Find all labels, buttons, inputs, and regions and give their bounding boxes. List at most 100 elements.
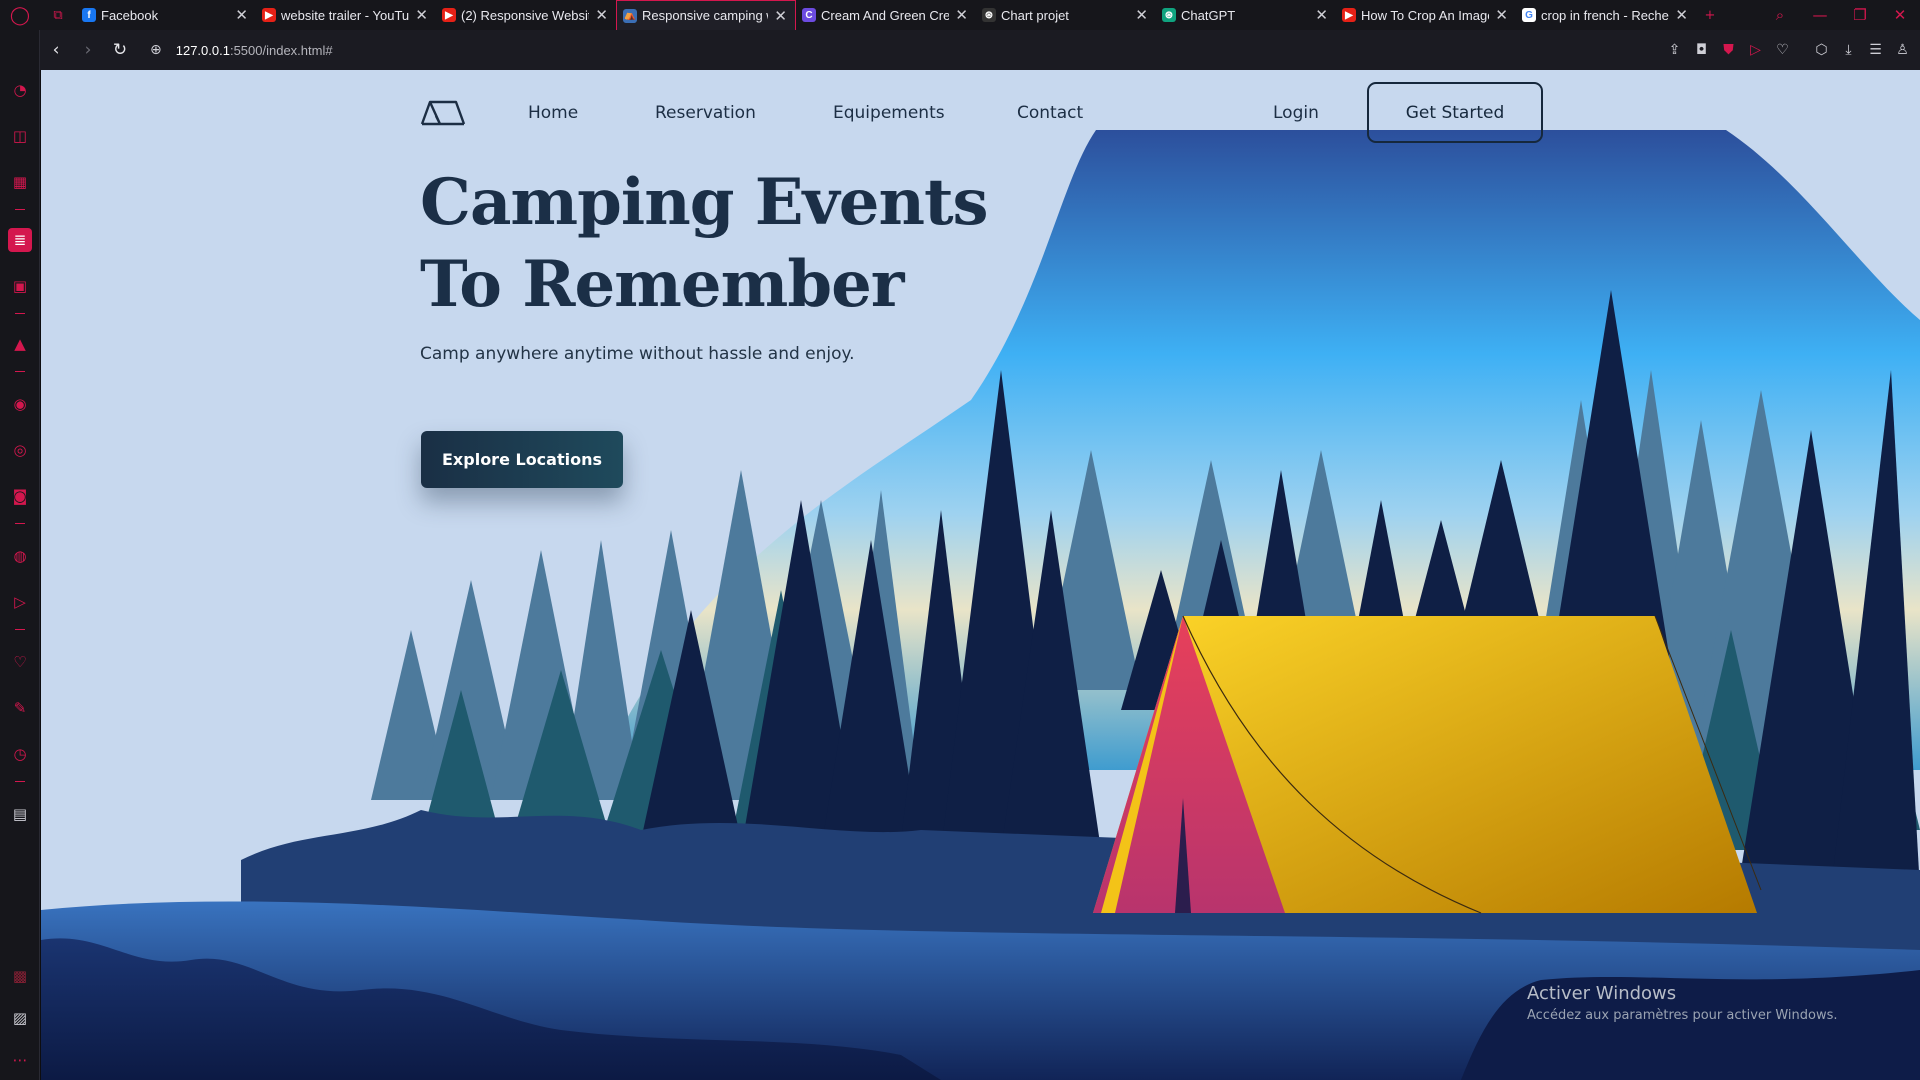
url-field[interactable]: ⊕ 127.0.0.1:5500/index.html#	[150, 42, 333, 58]
reload-button[interactable]: ↻	[104, 30, 136, 70]
hero-title: Camping Events To Remember	[420, 162, 989, 326]
messenger-icon[interactable]: ◉	[8, 392, 32, 416]
tab-label: Facebook	[101, 7, 159, 23]
personal-news-icon[interactable]: ✎	[8, 696, 32, 720]
tab-label: (2) Responsive Website	[461, 7, 590, 23]
google-icon: G	[1522, 8, 1536, 22]
tab-label: crop in french - Recherc	[1541, 7, 1670, 23]
tab-close-icon[interactable]: ✕	[1675, 6, 1688, 24]
youtube-icon: ▶	[442, 8, 456, 22]
youtube-icon: ▶	[1342, 8, 1356, 22]
tab-label: ChatGPT	[1181, 7, 1236, 23]
get-started-button[interactable]: Get Started	[1367, 82, 1543, 143]
browser-tab[interactable]: ▶ website trailer - YouTub ✕	[256, 0, 436, 30]
browser-tab[interactable]: ▶ (2) Responsive Website ✕	[436, 0, 616, 30]
tab-label: Cream And Green Creat	[821, 7, 950, 23]
hero-subtitle: Camp anywhere anytime without hassle and…	[420, 344, 855, 364]
youtube-icon: ▶	[262, 8, 276, 22]
hero-title-line2: To Remember	[420, 247, 904, 322]
nav-reservation-link[interactable]: Reservation	[655, 103, 756, 123]
browser-tab[interactable]: ▶ How To Crop An Image ✕	[1336, 0, 1516, 30]
tab-close-icon[interactable]: ✕	[595, 6, 608, 24]
easy-setup-icon[interactable]: ☰	[1862, 30, 1889, 70]
calculator-icon[interactable]: ▤	[8, 802, 32, 826]
activation-title: Activer Windows	[1527, 983, 1677, 1004]
site-info-icon[interactable]: ⊕	[150, 42, 162, 58]
share-icon[interactable]: ⇪	[1661, 30, 1688, 70]
new-tab-button[interactable]: +	[1696, 0, 1724, 30]
aria-icon[interactable]: ▲	[8, 332, 32, 356]
flow-sidebar-icon[interactable]: ▷	[8, 590, 32, 614]
toolbar: ⇪ ◘ ⛊ ▷ ♡ ⬡ ⤓ ☰ ♙	[1661, 30, 1920, 70]
tab-close-icon[interactable]: ✕	[955, 6, 968, 24]
extensions-cube-icon[interactable]: ⬡	[1808, 30, 1835, 70]
browser-tab[interactable]: f Facebook ✕	[76, 0, 256, 30]
player-icon[interactable]: ▣	[8, 274, 32, 298]
tab-close-icon[interactable]: ✕	[1135, 6, 1148, 24]
site-navbar: Home Reservation Equipements Contact Log…	[41, 82, 1920, 146]
close-window-button[interactable]: ✕	[1880, 0, 1920, 30]
nav-equipements-link[interactable]: Equipements	[833, 103, 945, 123]
profile-icon[interactable]: ♙	[1889, 30, 1916, 70]
opera-menu-icon[interactable]: ◯	[0, 0, 40, 30]
tent-illustration	[1093, 615, 1762, 914]
gallery-icon[interactable]: ▨	[8, 1006, 32, 1030]
explore-locations-button[interactable]: Explore Locations	[421, 431, 623, 488]
url-path: :5500/index.html#	[229, 42, 333, 58]
snapshot-icon[interactable]: ◘	[1688, 30, 1715, 70]
download-icon[interactable]: ⤓	[1835, 30, 1862, 70]
flow-icon[interactable]: ▷	[1742, 30, 1769, 70]
tab-search-icon[interactable]: ⌕	[1760, 0, 1800, 30]
maximize-button[interactable]: ❐	[1840, 0, 1880, 30]
tab-label: Chart projet	[1001, 7, 1069, 23]
nav-contact-link[interactable]: Contact	[1017, 103, 1083, 123]
chatgpt-icon: ⊛	[1162, 8, 1176, 22]
tab-label: Responsive camping we	[642, 8, 768, 23]
forward-button[interactable]: ›	[72, 30, 104, 70]
tab-islands-icon[interactable]: ⧉	[40, 0, 76, 30]
instagram-icon[interactable]: ◙	[8, 484, 32, 508]
toolbar-spacer	[1796, 30, 1808, 70]
hero-title-line1: Camping Events	[420, 165, 989, 240]
tab-close-icon[interactable]: ✕	[1495, 6, 1508, 24]
browser-tab[interactable]: Gcrop in french - Recherc ✕	[1516, 0, 1696, 30]
pinboard-icon[interactable]: ≣	[8, 228, 32, 252]
tabs-container: f Facebook ✕ ▶ website trailer - YouTub ✕ ▶ (2)…	[76, 0, 1696, 30]
tent-favicon: ⛺	[623, 8, 637, 23]
tab-close-icon[interactable]: ✕	[774, 7, 787, 25]
sidebar-app-icon[interactable]: ▩	[8, 964, 32, 988]
apps-icon[interactable]: ▦	[8, 170, 32, 194]
openai-icon: ⊛	[982, 8, 996, 22]
nav-home-link[interactable]: Home	[528, 103, 578, 123]
browser-tab-strip: ◯ ⧉ f Facebook ✕ ▶ website trailer - YouTub ✕…	[0, 0, 1920, 30]
tab-label: website trailer - YouTub	[281, 7, 410, 23]
bag-icon[interactable]: ◫	[8, 124, 32, 148]
tab-close-icon[interactable]: ✕	[1315, 6, 1328, 24]
back-button[interactable]: ‹	[40, 30, 72, 70]
adblock-shield-icon[interactable]: ⛊	[1715, 30, 1742, 70]
facebook-icon: f	[82, 8, 96, 22]
speed-dial-icon[interactable]: ◔	[8, 78, 32, 102]
tab-close-icon[interactable]: ✕	[415, 6, 428, 24]
activation-subtitle: Accédez aux paramètres pour activer Wind…	[1527, 1008, 1838, 1023]
history-icon[interactable]: ◷	[8, 742, 32, 766]
more-options-icon[interactable]: ⋯	[8, 1048, 32, 1072]
tab-label: How To Crop An Image	[1361, 7, 1490, 23]
tent-logo-icon[interactable]	[420, 94, 466, 132]
music-player-icon[interactable]: ◍	[8, 544, 32, 568]
canva-icon: C	[802, 8, 816, 22]
windows-activation-watermark: Activer Windows Accédez aux paramètres p…	[1527, 983, 1838, 1023]
webpage-viewport: Home Reservation Equipements Contact Log…	[41, 70, 1920, 1080]
browser-tab[interactable]: ⊛ Chart projet ✕	[976, 0, 1156, 30]
favorites-heart-icon[interactable]: ♡	[1769, 30, 1796, 70]
whatsapp-icon[interactable]: ◎	[8, 438, 32, 462]
browser-tab[interactable]: C Cream And Green Creat ✕	[796, 0, 976, 30]
login-link[interactable]: Login	[1273, 103, 1319, 123]
browser-tab[interactable]: ⛺ Responsive camping we ✕	[616, 0, 796, 30]
address-bar: ‹ › ↻ ⊕ 127.0.0.1:5500/index.html# ⇪ ◘ ⛊…	[40, 30, 1920, 70]
window-controls: ⌕ — ❐ ✕	[1760, 0, 1920, 30]
browser-tab[interactable]: ⊛ ChatGPT ✕	[1156, 0, 1336, 30]
bookmarks-heart-icon[interactable]: ♡	[8, 650, 32, 674]
minimize-button[interactable]: —	[1800, 0, 1840, 30]
tab-close-icon[interactable]: ✕	[235, 6, 248, 24]
